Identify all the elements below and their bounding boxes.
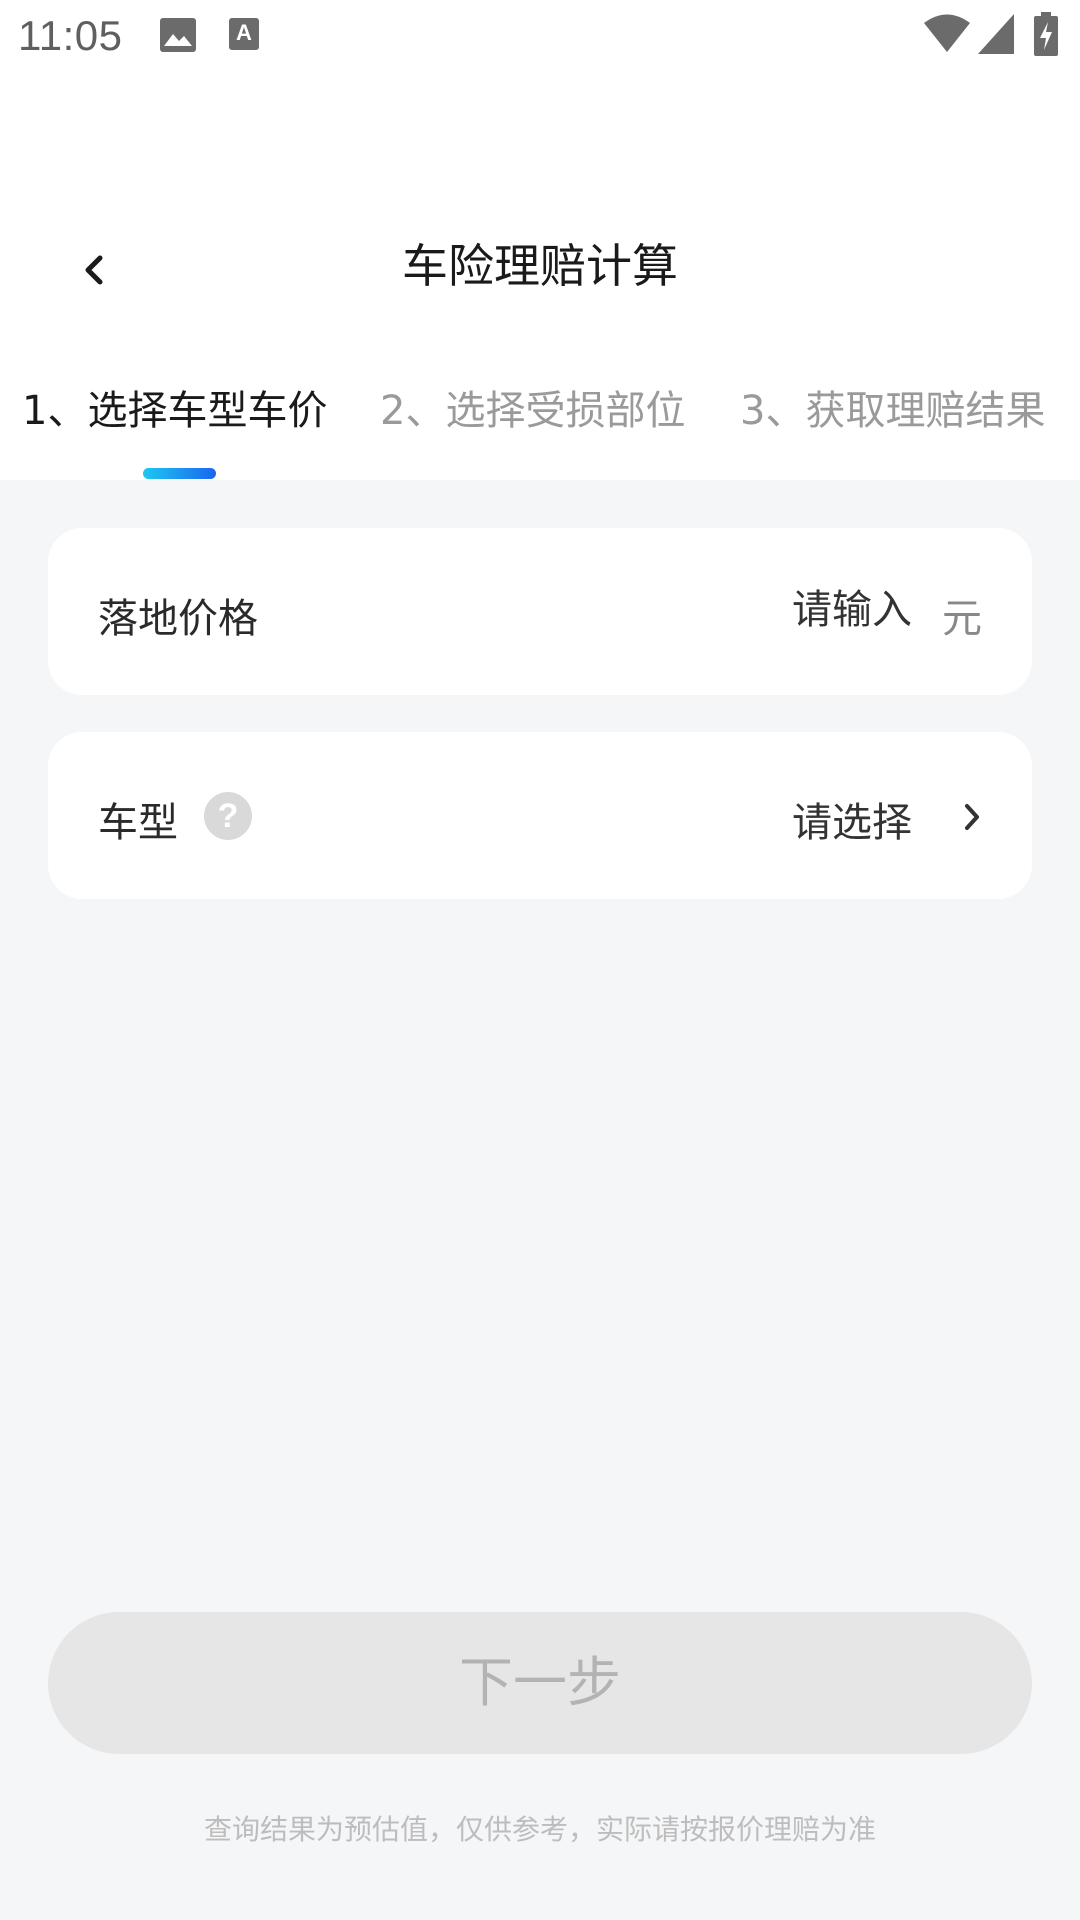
image-icon <box>160 18 196 52</box>
disclaimer-text: 查询结果为预估值，仅供参考，实际请按报价理赔为准 <box>203 1813 876 1846</box>
page-title: 车险理赔计算 <box>402 239 678 293</box>
question-icon[interactable]: ? <box>204 792 252 840</box>
battery-charging-icon <box>1034 12 1058 60</box>
step-tabs: 1、选择车型车价 2、选择受损部位 3、获取理赔结果 <box>0 378 1080 434</box>
price-card: 落地价格 元 <box>48 528 1032 695</box>
tab-step-1[interactable]: 1、选择车型车价 <box>22 378 327 436</box>
signal-icon <box>978 14 1014 58</box>
wifi-icon <box>924 14 970 58</box>
a-text-icon: A <box>229 18 259 50</box>
price-label: 落地价格 <box>98 596 258 642</box>
tab-step-3[interactable]: 3、获取理赔结果 <box>740 378 1045 436</box>
status-bar: 11:05 A <box>0 0 1080 75</box>
active-step-indicator <box>143 468 216 479</box>
price-unit: 元 <box>942 596 982 642</box>
tab-step-2[interactable]: 2、选择受损部位 <box>380 378 685 436</box>
chevron-right-icon <box>965 804 979 830</box>
price-input[interactable] <box>612 578 912 642</box>
status-time: 11:05 <box>18 12 123 59</box>
next-button[interactable]: 下一步 <box>48 1612 1032 1754</box>
model-label: 车型 <box>98 800 178 846</box>
model-select-value: 请选择 <box>792 800 912 846</box>
model-selector[interactable]: 车型 ? 请选择 <box>48 732 1032 899</box>
